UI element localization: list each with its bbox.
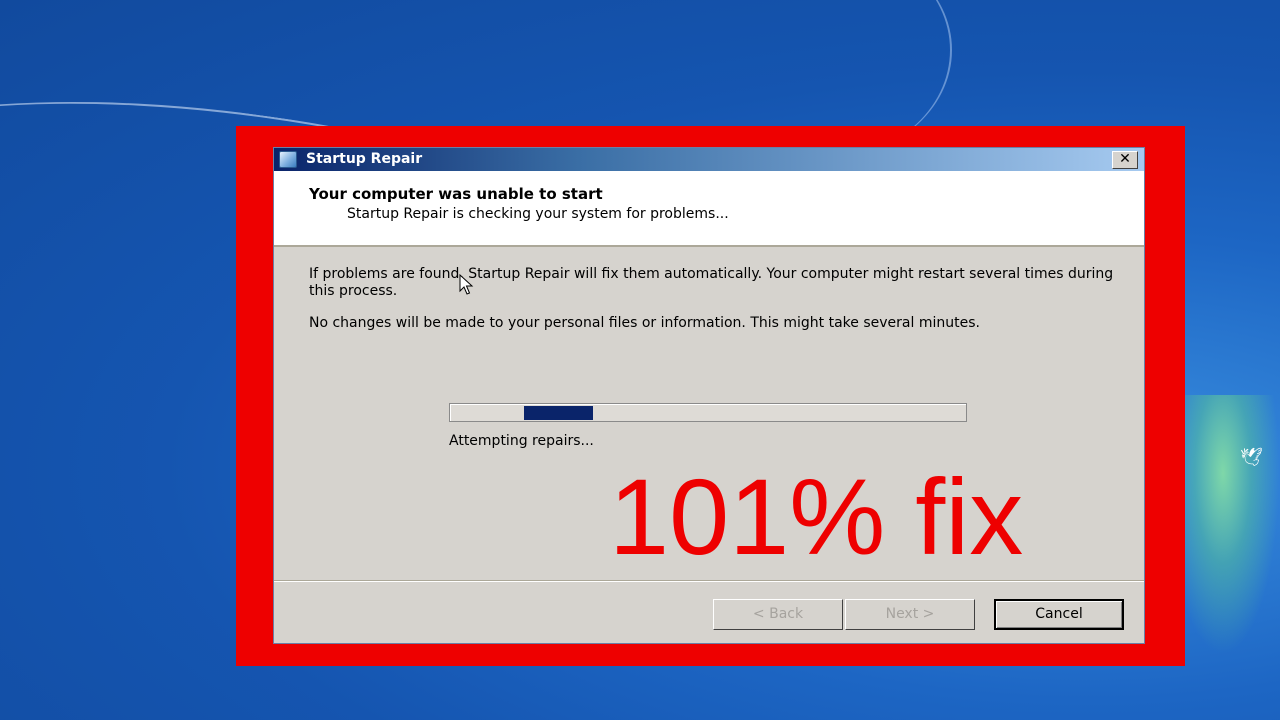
next-button[interactable]: Next > [845, 599, 975, 630]
header-subtitle: Startup Repair is checking your system f… [347, 206, 729, 222]
startup-repair-app-icon [279, 151, 297, 168]
progress-status-text: Attempting repairs... [449, 433, 594, 449]
wallpaper-leaves [1185, 395, 1280, 655]
dialog-header: Your computer was unable to start Startu… [274, 171, 1144, 247]
mouse-cursor-icon [459, 274, 474, 295]
info-paragraph-1: If problems are found, Startup Repair wi… [309, 266, 1114, 299]
header-title: Your computer was unable to start [309, 185, 603, 203]
progress-bar [449, 403, 967, 422]
close-button[interactable]: ✕ [1112, 151, 1138, 169]
progress-marquee-block [524, 406, 593, 420]
back-button[interactable]: < Back [713, 599, 843, 630]
info-paragraph-2: No changes will be made to your personal… [309, 315, 980, 331]
bird-icon: 🕊 [1240, 447, 1263, 468]
startup-repair-dialog: Startup Repair ✕ Your computer was unabl… [273, 147, 1145, 644]
window-title: Startup Repair [306, 151, 423, 167]
overlay-caption: 101% fix [609, 456, 1024, 577]
cancel-button[interactable]: Cancel [994, 599, 1124, 630]
footer-divider [274, 580, 1144, 582]
close-icon: ✕ [1119, 151, 1131, 167]
title-bar[interactable]: Startup Repair ✕ [274, 148, 1144, 171]
